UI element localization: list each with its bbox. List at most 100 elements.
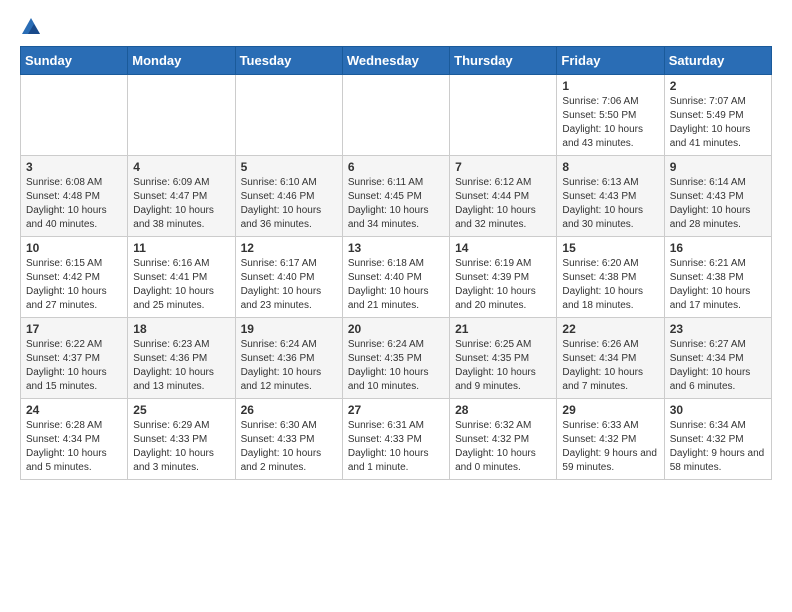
calendar-cell bbox=[21, 75, 128, 156]
day-number: 13 bbox=[348, 241, 444, 255]
day-info: Sunrise: 6:30 AM Sunset: 4:33 PM Dayligh… bbox=[241, 419, 337, 475]
calendar-header-row: SundayMondayTuesdayWednesdayThursdayFrid… bbox=[21, 47, 772, 75]
day-header-tuesday: Tuesday bbox=[235, 47, 342, 75]
calendar-cell: 22 Sunrise: 6:26 AM Sunset: 4:34 PM Dayli… bbox=[557, 318, 664, 399]
calendar-week-row: 24 Sunrise: 6:28 AM Sunset: 4:34 PM Dayli… bbox=[21, 399, 772, 480]
day-info: Sunrise: 6:25 AM Sunset: 4:35 PM Dayligh… bbox=[455, 338, 551, 394]
day-number: 25 bbox=[133, 403, 229, 417]
day-info: Sunrise: 7:07 AM Sunset: 5:49 PM Dayligh… bbox=[670, 95, 766, 151]
day-number: 18 bbox=[133, 322, 229, 336]
day-info: Sunrise: 6:16 AM Sunset: 4:41 PM Dayligh… bbox=[133, 257, 229, 313]
day-info: Sunrise: 6:10 AM Sunset: 4:46 PM Dayligh… bbox=[241, 176, 337, 232]
day-info: Sunrise: 6:26 AM Sunset: 4:34 PM Dayligh… bbox=[562, 338, 658, 394]
calendar-cell: 19 Sunrise: 6:24 AM Sunset: 4:36 PM Dayli… bbox=[235, 318, 342, 399]
day-header-friday: Friday bbox=[557, 47, 664, 75]
page-header bbox=[20, 16, 772, 38]
calendar-cell: 3 Sunrise: 6:08 AM Sunset: 4:48 PM Daylig… bbox=[21, 156, 128, 237]
day-info: Sunrise: 7:06 AM Sunset: 5:50 PM Dayligh… bbox=[562, 95, 658, 151]
logo-icon bbox=[20, 16, 42, 38]
day-info: Sunrise: 6:15 AM Sunset: 4:42 PM Dayligh… bbox=[26, 257, 122, 313]
day-number: 23 bbox=[670, 322, 766, 336]
calendar-cell: 24 Sunrise: 6:28 AM Sunset: 4:34 PM Dayli… bbox=[21, 399, 128, 480]
calendar-week-row: 10 Sunrise: 6:15 AM Sunset: 4:42 PM Dayli… bbox=[21, 237, 772, 318]
day-number: 6 bbox=[348, 160, 444, 174]
day-number: 22 bbox=[562, 322, 658, 336]
day-number: 21 bbox=[455, 322, 551, 336]
calendar-cell: 1 Sunrise: 7:06 AM Sunset: 5:50 PM Daylig… bbox=[557, 75, 664, 156]
calendar-cell: 27 Sunrise: 6:31 AM Sunset: 4:33 PM Dayli… bbox=[342, 399, 449, 480]
calendar-cell: 16 Sunrise: 6:21 AM Sunset: 4:38 PM Dayli… bbox=[664, 237, 771, 318]
calendar-cell: 4 Sunrise: 6:09 AM Sunset: 4:47 PM Daylig… bbox=[128, 156, 235, 237]
calendar-cell bbox=[450, 75, 557, 156]
day-number: 19 bbox=[241, 322, 337, 336]
day-header-saturday: Saturday bbox=[664, 47, 771, 75]
day-number: 17 bbox=[26, 322, 122, 336]
calendar-cell: 15 Sunrise: 6:20 AM Sunset: 4:38 PM Dayli… bbox=[557, 237, 664, 318]
calendar-cell: 9 Sunrise: 6:14 AM Sunset: 4:43 PM Daylig… bbox=[664, 156, 771, 237]
day-number: 24 bbox=[26, 403, 122, 417]
day-number: 14 bbox=[455, 241, 551, 255]
calendar-cell: 13 Sunrise: 6:18 AM Sunset: 4:40 PM Dayli… bbox=[342, 237, 449, 318]
day-info: Sunrise: 6:23 AM Sunset: 4:36 PM Dayligh… bbox=[133, 338, 229, 394]
day-info: Sunrise: 6:20 AM Sunset: 4:38 PM Dayligh… bbox=[562, 257, 658, 313]
day-number: 5 bbox=[241, 160, 337, 174]
calendar-cell: 18 Sunrise: 6:23 AM Sunset: 4:36 PM Dayli… bbox=[128, 318, 235, 399]
day-header-thursday: Thursday bbox=[450, 47, 557, 75]
calendar-cell: 2 Sunrise: 7:07 AM Sunset: 5:49 PM Daylig… bbox=[664, 75, 771, 156]
day-info: Sunrise: 6:17 AM Sunset: 4:40 PM Dayligh… bbox=[241, 257, 337, 313]
day-info: Sunrise: 6:09 AM Sunset: 4:47 PM Dayligh… bbox=[133, 176, 229, 232]
day-number: 8 bbox=[562, 160, 658, 174]
calendar-cell: 30Sunrise: 6:34 AM Sunset: 4:32 PM Dayli… bbox=[664, 399, 771, 480]
day-number: 28 bbox=[455, 403, 551, 417]
calendar-week-row: 1 Sunrise: 7:06 AM Sunset: 5:50 PM Daylig… bbox=[21, 75, 772, 156]
day-number: 29 bbox=[562, 403, 658, 417]
day-number: 3 bbox=[26, 160, 122, 174]
day-info: Sunrise: 6:08 AM Sunset: 4:48 PM Dayligh… bbox=[26, 176, 122, 232]
calendar-cell bbox=[128, 75, 235, 156]
day-info: Sunrise: 6:28 AM Sunset: 4:34 PM Dayligh… bbox=[26, 419, 122, 475]
calendar-week-row: 3 Sunrise: 6:08 AM Sunset: 4:48 PM Daylig… bbox=[21, 156, 772, 237]
calendar-cell: 17 Sunrise: 6:22 AM Sunset: 4:37 PM Dayli… bbox=[21, 318, 128, 399]
day-number: 27 bbox=[348, 403, 444, 417]
day-header-wednesday: Wednesday bbox=[342, 47, 449, 75]
day-info: Sunrise: 6:29 AM Sunset: 4:33 PM Dayligh… bbox=[133, 419, 229, 475]
calendar-cell: 29 Sunrise: 6:33 AM Sunset: 4:32 PM Dayli… bbox=[557, 399, 664, 480]
day-number: 4 bbox=[133, 160, 229, 174]
calendar-cell: 12 Sunrise: 6:17 AM Sunset: 4:40 PM Dayli… bbox=[235, 237, 342, 318]
day-info: Sunrise: 6:22 AM Sunset: 4:37 PM Dayligh… bbox=[26, 338, 122, 394]
calendar-cell: 5 Sunrise: 6:10 AM Sunset: 4:46 PM Daylig… bbox=[235, 156, 342, 237]
day-info: Sunrise: 6:21 AM Sunset: 4:38 PM Dayligh… bbox=[670, 257, 766, 313]
calendar-cell: 8 Sunrise: 6:13 AM Sunset: 4:43 PM Daylig… bbox=[557, 156, 664, 237]
day-info: Sunrise: 6:14 AM Sunset: 4:43 PM Dayligh… bbox=[670, 176, 766, 232]
calendar-week-row: 17 Sunrise: 6:22 AM Sunset: 4:37 PM Dayli… bbox=[21, 318, 772, 399]
day-info: Sunrise: 6:33 AM Sunset: 4:32 PM Dayligh… bbox=[562, 419, 658, 475]
calendar-cell: 20Sunrise: 6:24 AM Sunset: 4:35 PM Dayli… bbox=[342, 318, 449, 399]
day-number: 16 bbox=[670, 241, 766, 255]
day-number: 9 bbox=[670, 160, 766, 174]
calendar-cell: 11 Sunrise: 6:16 AM Sunset: 4:41 PM Dayli… bbox=[128, 237, 235, 318]
calendar-table: SundayMondayTuesdayWednesdayThursdayFrid… bbox=[20, 46, 772, 480]
day-number: 20 bbox=[348, 322, 444, 336]
calendar-cell: 10 Sunrise: 6:15 AM Sunset: 4:42 PM Dayli… bbox=[21, 237, 128, 318]
logo bbox=[20, 16, 46, 38]
day-number: 15 bbox=[562, 241, 658, 255]
day-info: Sunrise: 6:13 AM Sunset: 4:43 PM Dayligh… bbox=[562, 176, 658, 232]
day-info: Sunrise: 6:12 AM Sunset: 4:44 PM Dayligh… bbox=[455, 176, 551, 232]
calendar-cell bbox=[342, 75, 449, 156]
day-number: 10 bbox=[26, 241, 122, 255]
calendar-cell: 14Sunrise: 6:19 AM Sunset: 4:39 PM Dayli… bbox=[450, 237, 557, 318]
day-number: 11 bbox=[133, 241, 229, 255]
calendar-cell bbox=[235, 75, 342, 156]
calendar-cell: 28Sunrise: 6:32 AM Sunset: 4:32 PM Dayli… bbox=[450, 399, 557, 480]
day-info: Sunrise: 6:27 AM Sunset: 4:34 PM Dayligh… bbox=[670, 338, 766, 394]
calendar-cell: 7Sunrise: 6:12 AM Sunset: 4:44 PM Daylig… bbox=[450, 156, 557, 237]
day-info: Sunrise: 6:18 AM Sunset: 4:40 PM Dayligh… bbox=[348, 257, 444, 313]
day-number: 12 bbox=[241, 241, 337, 255]
calendar-cell: 23 Sunrise: 6:27 AM Sunset: 4:34 PM Dayli… bbox=[664, 318, 771, 399]
day-number: 30 bbox=[670, 403, 766, 417]
day-number: 1 bbox=[562, 79, 658, 93]
day-info: Sunrise: 6:31 AM Sunset: 4:33 PM Dayligh… bbox=[348, 419, 444, 475]
day-info: Sunrise: 6:24 AM Sunset: 4:36 PM Dayligh… bbox=[241, 338, 337, 394]
calendar-cell: 21 Sunrise: 6:25 AM Sunset: 4:35 PM Dayli… bbox=[450, 318, 557, 399]
day-number: 2 bbox=[670, 79, 766, 93]
